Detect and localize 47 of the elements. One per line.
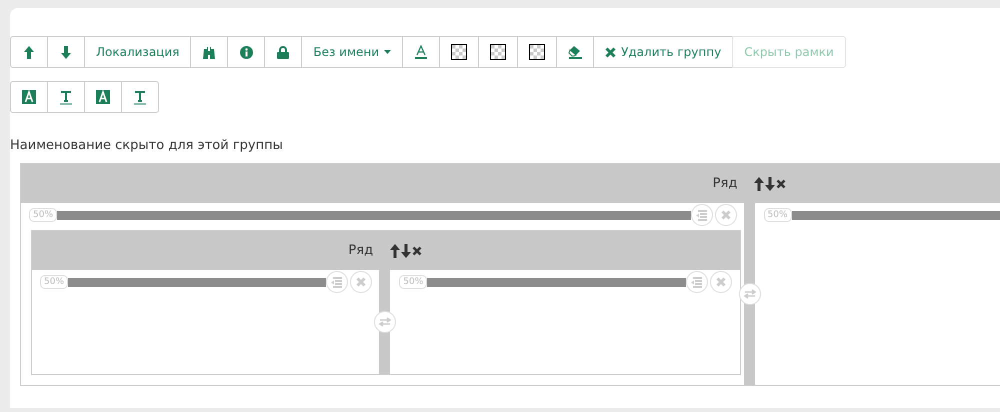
lock-button[interactable] <box>264 36 302 68</box>
width-label: 50% <box>764 208 792 222</box>
info-icon <box>240 46 253 58</box>
eraser-icon <box>568 45 582 59</box>
checkered-swatch-icon <box>451 44 468 60</box>
width-label: 50% <box>399 275 428 289</box>
close-icon <box>605 46 616 58</box>
info-button[interactable] <box>227 36 266 68</box>
resize-bar[interactable] <box>427 278 686 286</box>
up-arrow-icon[interactable] <box>390 244 400 258</box>
text-underline-icon <box>133 90 147 104</box>
checkered-swatch-icon <box>490 44 506 60</box>
checkered-swatch-button[interactable] <box>439 36 480 68</box>
checkered-swatch-button[interactable] <box>478 36 518 68</box>
text-underline-icon <box>59 90 73 104</box>
row-title: Ряд <box>712 176 738 191</box>
text-button[interactable]: Локализация <box>84 36 192 68</box>
font-color-icon <box>415 45 428 59</box>
up-arrow-icon[interactable] <box>754 176 764 190</box>
width-label: 50% <box>29 208 58 222</box>
checkered-swatch-button[interactable] <box>517 36 558 68</box>
text-underline-button[interactable] <box>121 81 159 113</box>
binoculars-icon <box>202 46 216 58</box>
checkered-swatch-icon <box>529 44 546 60</box>
dropdown-button[interactable]: Без имени <box>301 36 404 68</box>
font-color-button[interactable] <box>402 36 440 68</box>
close-icon[interactable] <box>412 246 422 256</box>
resize-bar[interactable] <box>68 278 326 286</box>
width-label: 50% <box>40 275 68 289</box>
text-background-icon <box>22 90 36 104</box>
down-arrow-icon[interactable] <box>765 176 776 190</box>
binoculars-button[interactable] <box>190 36 228 68</box>
resize-bar[interactable] <box>57 210 690 220</box>
lock-icon <box>277 46 290 58</box>
text-underline-button[interactable] <box>47 81 85 113</box>
down-arrow-icon[interactable] <box>401 244 412 258</box>
down-arrow-icon <box>61 46 71 58</box>
close-icon[interactable] <box>776 178 786 188</box>
up-arrow-icon <box>24 46 34 58</box>
down-arrow-button[interactable] <box>47 36 85 68</box>
caret-icon <box>384 50 392 54</box>
row-title: Ряд <box>348 243 374 258</box>
text-background-icon <box>96 90 110 104</box>
eraser-button[interactable] <box>556 36 594 68</box>
group-caption: Наименование скрыто для этой группы <box>10 138 284 153</box>
up-arrow-button[interactable] <box>10 36 48 68</box>
delete-group-button[interactable]: Удалить группу <box>593 36 734 68</box>
